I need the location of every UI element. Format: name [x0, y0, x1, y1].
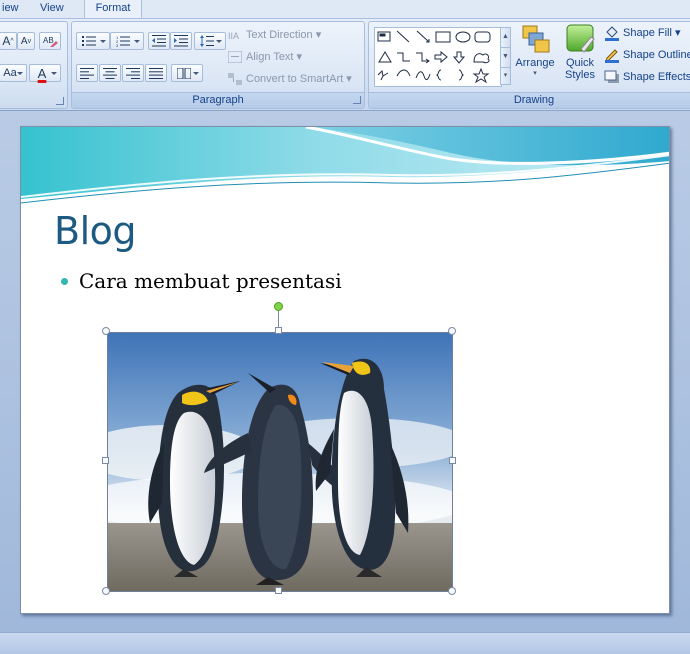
bullets-icon [82, 36, 96, 46]
numbering-icon: 1 2 3 [116, 35, 130, 47]
columns-icon [176, 67, 191, 79]
justify-icon [149, 67, 163, 79]
align-text-label: Align Text [246, 51, 294, 63]
bullet-dot-icon [61, 277, 68, 285]
convert-smartart-label: Convert to SmartArt [246, 73, 344, 85]
align-text-icon [228, 51, 242, 64]
font-dialog-launcher-icon[interactable] [56, 97, 64, 105]
grow-font-label: A [2, 34, 11, 48]
rotate-handle[interactable] [274, 302, 283, 311]
shapes-gallery-icons [377, 30, 491, 84]
clear-formatting-button[interactable]: AB [39, 32, 61, 50]
arrange-label: Arrange [515, 57, 555, 69]
align-center-button[interactable] [99, 64, 121, 82]
align-center-icon [103, 67, 117, 79]
numbering-button[interactable]: 1 2 3 [110, 32, 144, 50]
shape-fill-label: Shape Fill [623, 27, 672, 39]
resize-handle-top-right[interactable] [448, 327, 456, 335]
resize-handle-bottom-left[interactable] [102, 587, 110, 595]
ribbon-tab-strip: iew View Format [0, 0, 690, 19]
smartart-icon [228, 73, 242, 86]
columns-button[interactable] [171, 64, 203, 82]
resize-handle-bottom-right[interactable] [448, 587, 456, 595]
resize-handle-top-left[interactable] [102, 327, 110, 335]
align-right-icon [126, 67, 140, 79]
shape-fill-button[interactable]: Shape Fill ▾ [604, 23, 681, 43]
quick-styles-label-1: Quick [565, 57, 595, 69]
drawing-group-label: Drawing [369, 92, 690, 108]
decrease-indent-button[interactable] [148, 32, 170, 50]
tab-view[interactable]: View [30, 0, 74, 18]
shape-effects-button[interactable]: Shape Effects [604, 67, 690, 87]
penguins-image [108, 333, 452, 591]
align-right-button[interactable] [122, 64, 144, 82]
shrink-font-button[interactable]: Av [17, 32, 35, 50]
svg-text:IIA: IIA [228, 31, 239, 41]
increase-indent-icon [174, 35, 188, 47]
text-direction-icon: IIA [228, 31, 239, 41]
svg-text:3: 3 [116, 43, 119, 47]
font-color-button[interactable]: A [29, 64, 61, 82]
line-spacing-icon [199, 35, 214, 47]
slide[interactable]: Blog Cara membuat presentasi [20, 126, 670, 614]
resize-handle-top[interactable] [275, 327, 282, 334]
font-color-label: A [37, 65, 47, 81]
change-case-label: Aa [3, 67, 17, 79]
slide-wave-decoration [21, 127, 669, 204]
quick-styles-button[interactable]: Quick Styles [558, 23, 602, 81]
shape-effects-icon [604, 70, 619, 84]
shapes-gallery[interactable] [374, 27, 502, 87]
shape-outline-label: Shape Outline [623, 49, 690, 61]
paragraph-dialog-launcher-icon[interactable] [353, 96, 361, 104]
clear-formatting-icon: AB [43, 36, 58, 47]
ribbon: A ^ Av AB Aa A 1 2 3 IIA Text Direction … [0, 19, 690, 111]
align-left-icon [80, 67, 94, 79]
pencil-icon [605, 49, 619, 64]
arrange-button[interactable]: Arrange ▾ [512, 23, 558, 77]
text-direction-button[interactable]: IIA Text Direction ▾ [228, 26, 321, 44]
resize-handle-left[interactable] [102, 457, 109, 464]
arrange-icon [522, 25, 550, 53]
gallery-up-icon[interactable]: ▲ [501, 28, 510, 48]
align-left-button[interactable] [76, 64, 98, 82]
resize-handle-right[interactable] [449, 457, 456, 464]
gallery-down-icon[interactable]: ▼ [501, 48, 510, 68]
text-direction-label: Text Direction [246, 29, 313, 41]
tab-format[interactable]: Format [84, 0, 142, 18]
convert-smartart-button[interactable]: Convert to SmartArt ▾ [228, 70, 352, 88]
justify-button[interactable] [145, 64, 167, 82]
shapes-gallery-scrollbar[interactable]: ▲ ▼ ▾ [500, 27, 511, 85]
paragraph-group: 1 2 3 IIA Text Direction ▾ Align Text ▾ … [71, 21, 365, 109]
shape-outline-button[interactable]: Shape Outline [604, 45, 690, 65]
decrease-indent-icon [152, 35, 166, 47]
tab-review[interactable]: iew [0, 0, 29, 18]
font-group: A ^ Av AB Aa A [0, 21, 68, 109]
change-case-button[interactable]: Aa [0, 64, 27, 82]
slide-title[interactable]: Blog [54, 209, 137, 253]
quick-styles-label-2: Styles [565, 69, 595, 81]
gallery-more-icon[interactable]: ▾ [501, 68, 510, 86]
shape-effects-label: Shape Effects [623, 71, 690, 83]
notes-pane-divider[interactable] [0, 632, 690, 654]
increase-indent-button[interactable] [170, 32, 192, 50]
bullet-text: Cara membuat presentasi [79, 269, 342, 293]
quick-styles-icon [566, 24, 595, 53]
arrange-dropdown-icon: ▾ [533, 70, 537, 77]
paragraph-group-label: Paragraph [72, 92, 364, 108]
align-text-button[interactable]: Align Text ▾ [228, 48, 302, 66]
grow-font-button[interactable]: A ^ [0, 32, 17, 50]
svg-text:AB: AB [43, 36, 54, 45]
shrink-font-label: A [20, 35, 28, 47]
bullet-list-item[interactable]: Cara membuat presentasi [61, 269, 342, 293]
line-spacing-button[interactable] [194, 32, 226, 50]
slide-picture[interactable] [107, 332, 453, 592]
bullets-button[interactable] [76, 32, 110, 50]
resize-handle-bottom[interactable] [275, 587, 282, 594]
paint-bucket-icon [605, 26, 619, 42]
